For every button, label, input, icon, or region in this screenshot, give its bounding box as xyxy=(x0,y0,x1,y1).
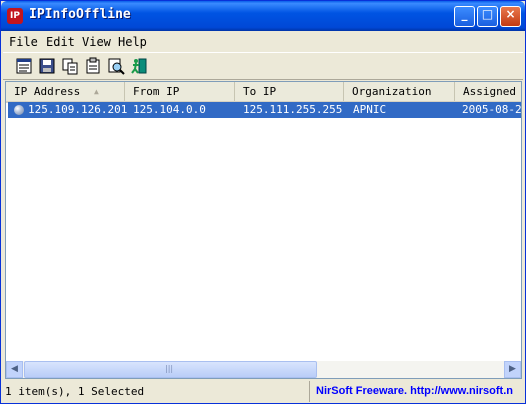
app-window: IP IPInfoOffline _ □ × File Edit View He… xyxy=(0,0,526,404)
column-ip-address[interactable]: IP Address ▲ xyxy=(6,82,125,101)
find-icon[interactable] xyxy=(107,57,125,75)
toolbar xyxy=(3,52,523,80)
column-assigned-date[interactable]: Assigned D xyxy=(455,82,521,101)
minimize-button[interactable]: _ xyxy=(454,6,475,27)
row-status-icon xyxy=(14,105,24,115)
title-bar[interactable]: IP IPInfoOffline _ □ × xyxy=(1,1,525,31)
app-icon[interactable]: IP xyxy=(7,8,23,24)
menu-edit[interactable]: Edit xyxy=(46,35,75,49)
menu-help[interactable]: Help xyxy=(118,35,147,49)
scroll-grip-icon: ||| xyxy=(165,364,174,373)
html-report-icon[interactable] xyxy=(15,57,33,75)
ip-list-view[interactable]: IP Address ▲ From IP To IP Organization … xyxy=(5,81,522,379)
cell-organization: APNIC xyxy=(353,103,387,116)
column-label: IP Address xyxy=(14,85,81,98)
list-header: IP Address ▲ From IP To IP Organization … xyxy=(6,82,521,103)
column-from-ip[interactable]: From IP xyxy=(125,82,235,101)
scroll-thumb[interactable]: ||| xyxy=(24,361,317,378)
menu-file[interactable]: File xyxy=(9,35,38,49)
nirsoft-link[interactable]: NirSoft Freeware. http://www.nirsoft.n xyxy=(309,381,523,402)
cell-assigned-date: 2005-08-26 xyxy=(462,103,522,116)
properties-icon[interactable] xyxy=(84,57,102,75)
status-item-count: 1 item(s), 1 Selected xyxy=(5,385,145,398)
status-bar: 1 item(s), 1 Selected NirSoft Freeware. … xyxy=(3,381,523,402)
exit-icon[interactable] xyxy=(130,57,148,75)
cell-from-ip: 125.104.0.0 xyxy=(133,103,206,116)
window-title: IPInfoOffline xyxy=(29,7,131,22)
save-icon[interactable] xyxy=(38,57,56,75)
horizontal-scrollbar[interactable]: ◀ ||| ▶ xyxy=(6,361,521,378)
scroll-right-button[interactable]: ▶ xyxy=(504,361,521,378)
scroll-left-button[interactable]: ◀ xyxy=(6,361,23,378)
cell-to-ip: 125.111.255.255 xyxy=(243,103,343,116)
cell-ip-address: 125.109.126.201 xyxy=(28,103,128,116)
sort-ascending-icon: ▲ xyxy=(94,87,99,96)
column-label: From IP xyxy=(133,85,180,98)
close-button[interactable]: × xyxy=(500,6,521,27)
menu-bar: File Edit View Help xyxy=(3,32,523,51)
copy-icon[interactable] xyxy=(61,57,79,75)
table-row[interactable]: 125.109.126.201 125.104.0.0 125.111.255.… xyxy=(8,102,521,118)
menu-view[interactable]: View xyxy=(82,35,111,49)
column-label: Assigned D xyxy=(463,85,521,98)
column-to-ip[interactable]: To IP xyxy=(235,82,344,101)
column-label: To IP xyxy=(243,85,277,98)
column-organization[interactable]: Organization xyxy=(344,82,455,101)
maximize-button[interactable]: □ xyxy=(477,6,498,27)
column-label: Organization xyxy=(352,85,432,98)
